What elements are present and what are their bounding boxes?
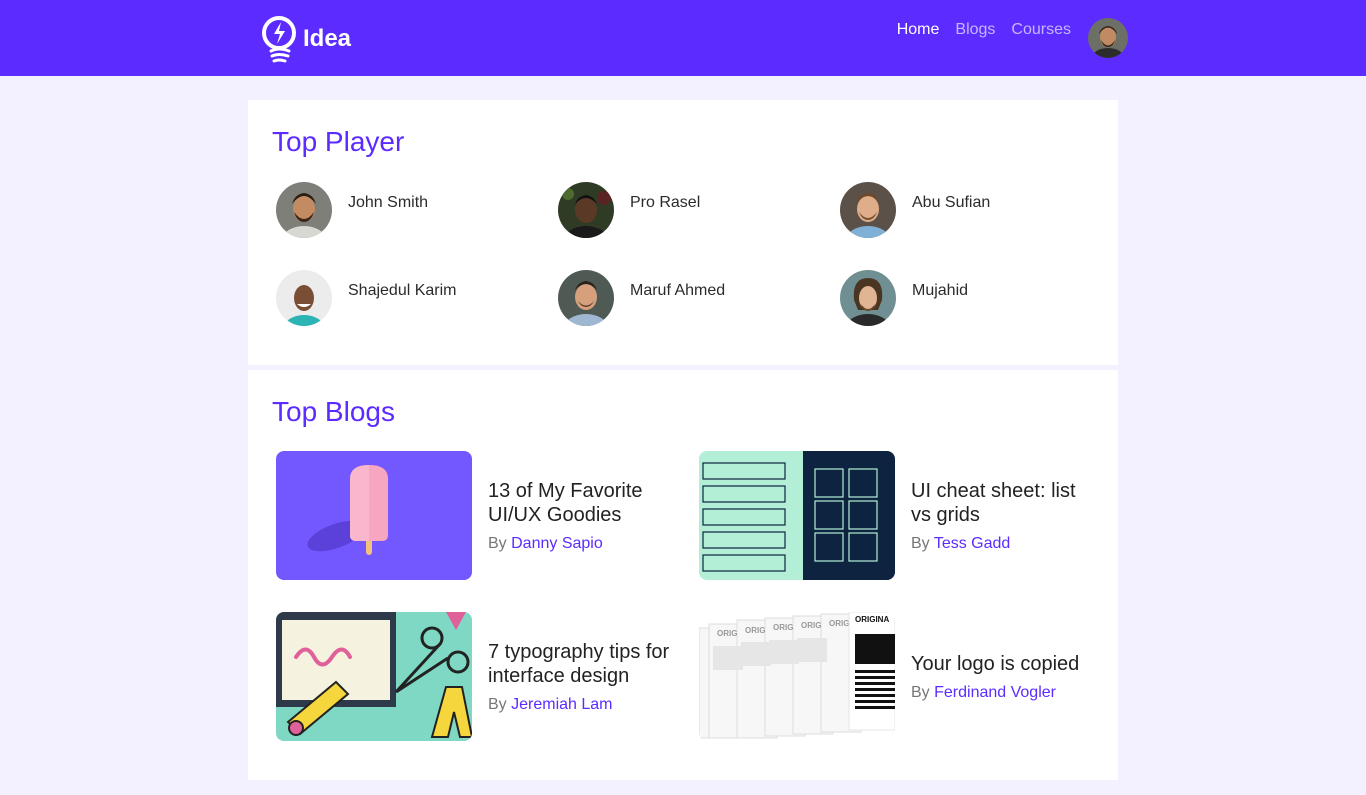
top-blogs-section: Top Blogs 13 of My Favorite UI/UX Goodie… bbox=[248, 370, 1118, 780]
top-player-section: Top Player John Smith Pro Rasel Abu Sufi… bbox=[248, 100, 1118, 365]
blog-byline: By Ferdinand Vogler bbox=[911, 684, 1101, 702]
blog-title[interactable]: UI cheat sheet: list vs grids bbox=[911, 479, 1101, 527]
svg-text:ORIG: ORIG bbox=[717, 629, 737, 638]
blog-card[interactable]: ORIG ORIG ORIG ORIG ORIG ORIGINA Your logo i… bbox=[699, 612, 1101, 741]
blog-title[interactable]: 7 typography tips for interface design bbox=[488, 640, 678, 688]
by-label: By bbox=[911, 683, 930, 701]
blog-title[interactable]: 13 of My Favorite UI/UX Goodies bbox=[488, 479, 678, 527]
by-label: By bbox=[488, 534, 507, 552]
blog-card[interactable]: UI cheat sheet: list vs grids By Tess Ga… bbox=[699, 451, 1101, 580]
player-item[interactable]: Mujahid bbox=[840, 270, 968, 326]
player-name: John Smith bbox=[348, 194, 429, 211]
blog-byline: By Tess Gadd bbox=[911, 535, 1101, 553]
blog-card[interactable]: 7 typography tips for interface design B… bbox=[276, 612, 678, 741]
player-name: Shajedul Karim bbox=[348, 282, 457, 299]
user-avatar[interactable] bbox=[1088, 18, 1128, 58]
blog-title[interactable]: Your logo is copied bbox=[911, 652, 1101, 676]
svg-text:ORIG: ORIG bbox=[829, 619, 849, 628]
blog-byline: By Danny Sapio bbox=[488, 535, 678, 553]
blog-author-link[interactable]: Jeremiah Lam bbox=[511, 696, 612, 713]
blog-author-link[interactable]: Danny Sapio bbox=[511, 535, 603, 552]
svg-text:ORIG: ORIG bbox=[745, 626, 765, 635]
blog-card[interactable]: 13 of My Favorite UI/UX Goodies By Danny… bbox=[276, 451, 678, 580]
by-label: By bbox=[488, 695, 507, 713]
thumb-caption: ORIGINA bbox=[855, 615, 889, 624]
player-item[interactable]: Maruf Ahmed bbox=[558, 270, 725, 326]
blog-info: 7 typography tips for interface design B… bbox=[488, 612, 678, 741]
blog-info: UI cheat sheet: list vs grids By Tess Ga… bbox=[911, 451, 1101, 580]
blog-author-link[interactable]: Ferdinand Vogler bbox=[934, 684, 1056, 701]
blog-author-link[interactable]: Tess Gadd bbox=[934, 535, 1010, 552]
main-nav: Home Blogs Courses bbox=[897, 21, 1071, 39]
blog-byline: By Jeremiah Lam bbox=[488, 696, 678, 714]
player-item[interactable]: Abu Sufian bbox=[840, 182, 990, 238]
player-name: Abu Sufian bbox=[912, 194, 991, 211]
player-avatar bbox=[558, 270, 614, 326]
by-label: By bbox=[911, 534, 930, 552]
nav-home[interactable]: Home bbox=[897, 21, 940, 39]
brand-name: Idea bbox=[303, 25, 352, 52]
svg-text:ORIG: ORIG bbox=[801, 621, 821, 630]
top-player-title: Top Player bbox=[272, 126, 405, 157]
player-avatar bbox=[558, 182, 614, 238]
player-name: Pro Rasel bbox=[630, 194, 701, 211]
player-name: Mujahid bbox=[912, 282, 969, 299]
nav-courses[interactable]: Courses bbox=[1011, 21, 1071, 39]
blog-thumbnail[interactable]: ORIG ORIG ORIG ORIG ORIG ORIGINA bbox=[699, 612, 895, 741]
player-avatar bbox=[840, 182, 896, 238]
svg-text:ORIG: ORIG bbox=[773, 623, 793, 632]
player-item[interactable]: John Smith bbox=[276, 182, 428, 238]
blog-info: Your logo is copied By Ferdinand Vogler bbox=[911, 612, 1101, 741]
top-blogs-title: Top Blogs bbox=[272, 396, 395, 427]
player-name: Maruf Ahmed bbox=[630, 282, 726, 299]
blog-info: 13 of My Favorite UI/UX Goodies By Danny… bbox=[488, 451, 678, 580]
player-avatar bbox=[840, 270, 896, 326]
blog-thumbnail[interactable] bbox=[276, 451, 472, 580]
lightbulb-icon bbox=[262, 16, 296, 63]
brand-logo[interactable]: Idea bbox=[259, 13, 351, 63]
player-avatar bbox=[276, 182, 332, 238]
blog-thumbnail[interactable] bbox=[699, 451, 895, 580]
top-navbar: Idea Home Blogs Courses bbox=[0, 0, 1366, 76]
blog-thumbnail[interactable] bbox=[276, 612, 472, 741]
nav-blogs[interactable]: Blogs bbox=[955, 21, 995, 39]
player-item[interactable]: Shajedul Karim bbox=[276, 270, 457, 326]
player-avatar bbox=[276, 270, 332, 326]
player-item[interactable]: Pro Rasel bbox=[558, 182, 700, 238]
